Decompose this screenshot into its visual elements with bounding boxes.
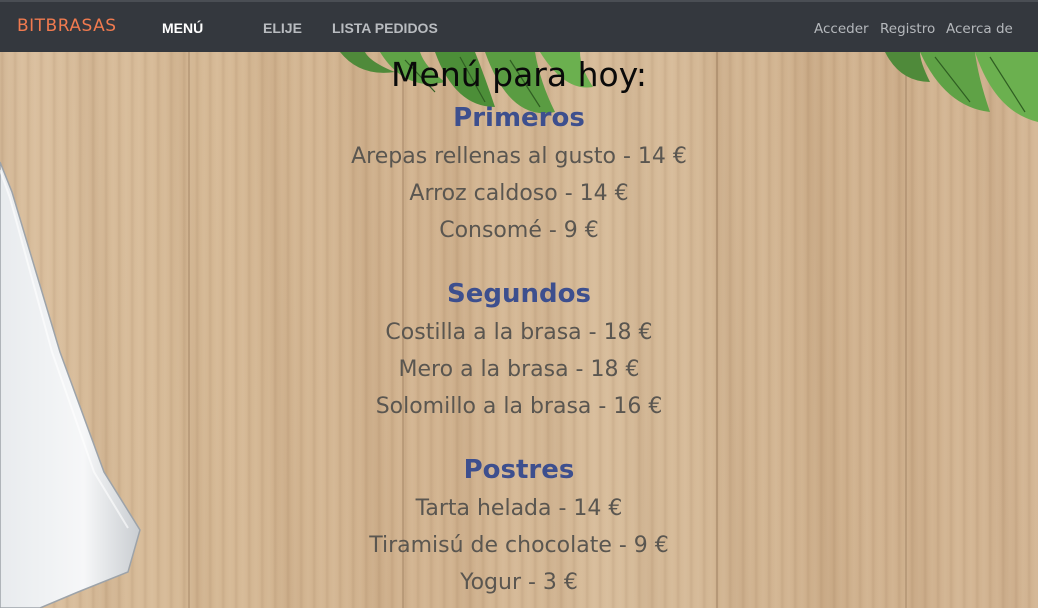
nav-link-acceder[interactable]: Acceder [814,21,869,37]
section-primeros: Primeros Arepas rellenas al gusto - 14 €… [0,98,1038,249]
section-postres: Postres Tarta helada - 14 € Tiramisú de … [0,450,1038,601]
dish-item: Tiramisú de chocolate - 9 € [369,533,669,558]
nav-link-registro[interactable]: Registro [880,21,935,37]
dish-item: Tarta helada - 14 € [415,496,623,521]
dish-item: Arepas rellenas al gusto - 14 € [351,144,687,169]
dish-item: Consomé - 9 € [439,218,599,243]
section-title: Primeros [453,103,585,133]
top-navbar: BITBRASAS MENÚ ELIJE LISTA PEDIDOS Acced… [0,0,1038,52]
nav-link-acerca-de[interactable]: Acerca de [946,21,1013,37]
brand-logo[interactable]: BITBRASAS [17,16,117,36]
section-title: Postres [463,455,575,485]
dish-item: Yogur - 3 € [460,570,578,595]
dish-item: Costilla a la brasa - 18 € [385,320,653,345]
dish-item: Solomillo a la brasa - 16 € [375,394,663,419]
section-segundos: Segundos Costilla a la brasa - 18 € Mero… [0,274,1038,425]
dish-item: Arroz caldoso - 14 € [409,181,629,206]
nav-link-lista-pedidos[interactable]: LISTA PEDIDOS [332,20,438,36]
menu-content: Menú para hoy: Primeros Arepas rellenas … [0,52,1038,601]
dish-item: Mero a la brasa - 18 € [398,357,640,382]
nav-link-menu[interactable]: MENÚ [162,20,203,36]
menu-title: Menú para hoy: [391,55,647,94]
section-title: Segundos [447,279,591,309]
nav-link-elije[interactable]: ELIJE [263,20,302,36]
